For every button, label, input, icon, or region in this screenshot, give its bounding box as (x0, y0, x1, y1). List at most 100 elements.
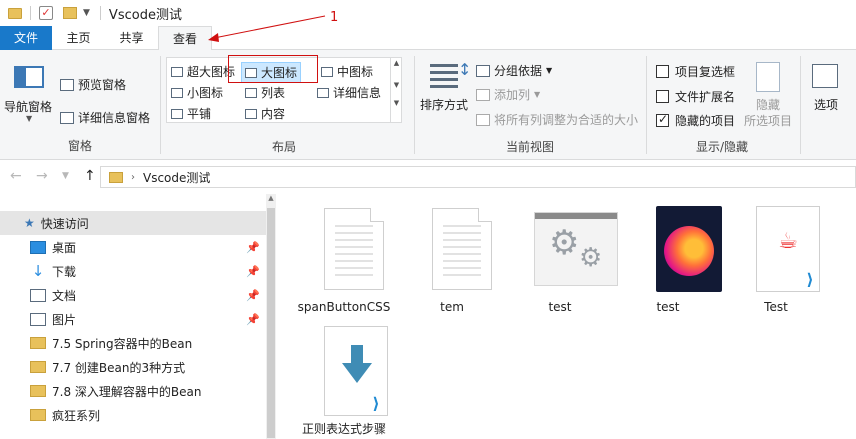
up-arrow-icon[interactable]: ↑ (84, 168, 96, 184)
more-icon[interactable]: ▼ (391, 99, 402, 107)
size-all-columns-button[interactable]: 将所有列调整为合适的大小 (476, 111, 638, 128)
sidebar-item-folder[interactable]: 7.7 创建Bean的3种方式 (0, 355, 266, 379)
hide-selected-button-line2[interactable]: 所选项目 (744, 112, 792, 129)
sidebar-item-folder[interactable]: 疯狂系列 (0, 403, 266, 427)
sidebar-item-documents[interactable]: 文档 📌 (0, 283, 266, 307)
group-label-show-hide: 显示/隐藏 (695, 140, 749, 154)
size-all-columns-label: 将所有列调整为合适的大小 (494, 113, 639, 127)
folder-icon (30, 337, 46, 349)
file-item[interactable]: ⚙ ⚙ test (510, 194, 618, 314)
file-name: spanButtonCSS (297, 300, 391, 314)
java-vscode-icon: ☕ ⟩ (756, 206, 820, 292)
hidden-items-label: 隐藏的项目 (675, 114, 736, 128)
file-name: 正则表达式步骤 (301, 422, 386, 436)
layout-details[interactable]: 详细信息 (317, 84, 381, 101)
pin-icon[interactable]: 📌 (246, 289, 260, 302)
sidebar-item-folder[interactable]: 7.8 深入理解容器中的Bean (0, 379, 266, 403)
details-label: 详细信息 (333, 86, 382, 100)
text-file-icon (324, 208, 384, 290)
sidebar-item-label: 桌面 (52, 240, 77, 255)
sort-by-button[interactable]: 排序方式 (420, 96, 468, 113)
sidebar-item-label: 图片 (52, 312, 77, 327)
back-arrow-icon[interactable]: ← (10, 168, 22, 184)
file-name: Test (764, 300, 788, 314)
file-item[interactable]: tem (402, 194, 502, 314)
scrollbar-thumb[interactable] (267, 208, 275, 438)
star-icon: ★ (24, 216, 35, 230)
group-label-layout: 布局 (271, 140, 296, 154)
chevron-down-icon: ▼ (26, 114, 33, 123)
address-bar[interactable]: › Vscode测试 (100, 166, 856, 188)
add-columns-icon (476, 88, 490, 101)
details-pane-button[interactable]: 详细信息窗格 (60, 109, 150, 126)
navigation-bar: ← → ▼ ↑ › Vscode测试 (0, 160, 856, 194)
picture-icon (30, 312, 46, 326)
forward-arrow-icon[interactable]: → (36, 168, 48, 184)
vscode-download-icon: ⟩ (324, 326, 388, 416)
list-label: 列表 (261, 86, 286, 100)
folder-icon (30, 409, 46, 421)
size-columns-icon (476, 113, 490, 126)
annotation-arrow (208, 15, 326, 42)
scroll-down-icon[interactable]: ▼ (391, 81, 402, 89)
file-item[interactable]: ☕ ⟩ Test (726, 194, 826, 314)
details-pane-label: 详细信息窗格 (78, 111, 151, 125)
hide-selected-button-line1[interactable]: 隐藏 (756, 96, 780, 113)
add-columns-label: 添加列 (494, 88, 531, 102)
sidebar-item-label: 7.7 创建Bean的3种方式 (52, 360, 186, 375)
tiles-icon (171, 108, 183, 119)
scroll-up-icon[interactable]: ▲ (266, 194, 276, 206)
folder-icon (30, 361, 46, 373)
file-name: test (548, 300, 572, 314)
folder-icon (30, 385, 46, 397)
file-extensions-toggle[interactable]: 文件扩展名 (656, 88, 735, 105)
layout-content[interactable]: 内容 (245, 105, 285, 122)
file-name: tem (440, 300, 464, 314)
sidebar-item-label: 7.5 Spring容器中的Bean (52, 336, 193, 351)
sidebar-item-label: 下载 (52, 264, 77, 279)
hide-selected-label: 隐藏 (756, 98, 781, 112)
layout-list[interactable]: 列表 (245, 84, 285, 101)
file-item[interactable]: ⟩ 正则表达式步骤 (294, 316, 394, 436)
annotation-number: 1 (330, 10, 339, 25)
layout-small-icons[interactable]: 小图标 (171, 84, 223, 101)
details-icon (317, 87, 329, 98)
breadcrumb-chevron-icon[interactable]: › (131, 172, 135, 183)
sidebar-item-label: 7.8 深入理解容器中的Bean (52, 384, 202, 399)
add-columns-button[interactable]: 添加列 ▼ (476, 86, 540, 103)
sidebar-item-folder[interactable]: 7.5 Spring容器中的Bean (0, 331, 266, 355)
file-item[interactable]: test (618, 194, 722, 314)
pin-icon[interactable]: 📌 (246, 313, 260, 326)
file-name: test (656, 300, 680, 314)
text-file-icon (432, 208, 492, 290)
small-icons-icon (171, 87, 183, 98)
hidden-items-toggle[interactable]: 隐藏的项目 (656, 112, 735, 129)
download-icon: ↓ (31, 261, 45, 280)
sidebar-item-downloads[interactable]: ↓ 下载 📌 (0, 259, 266, 283)
sidebar-item-pictures[interactable]: 图片 📌 (0, 307, 266, 331)
navigation-pane-button[interactable]: 导航窗格 (4, 98, 52, 115)
document-icon (30, 288, 46, 302)
sidebar-item-desktop[interactable]: 桌面 📌 (0, 235, 266, 259)
firefox-html-icon (656, 206, 722, 292)
sidebar-item-quick-access[interactable]: ★ 快速访问 (0, 211, 266, 235)
recent-locations-icon[interactable]: ▼ (62, 171, 69, 181)
group-label-panes: 窗格 (67, 139, 92, 153)
file-item[interactable]: spanButtonCSS (294, 194, 394, 314)
pin-icon[interactable]: 📌 (246, 241, 260, 254)
application-icon: ⚙ ⚙ (534, 212, 618, 286)
file-extensions-checkbox[interactable] (656, 90, 669, 103)
pin-icon[interactable]: 📌 (246, 265, 260, 278)
tiles-label: 平铺 (187, 107, 212, 121)
layout-tiles[interactable]: 平铺 (171, 105, 211, 122)
list-icon (245, 87, 257, 98)
group-label-current-view: 当前视图 (505, 140, 554, 154)
chevron-down-icon: ▼ (534, 90, 541, 99)
sort-by-label: 排序方式 (420, 98, 469, 112)
preview-pane-icon (60, 78, 74, 91)
folder-icon (109, 171, 123, 183)
options-button[interactable]: 选项 (814, 96, 838, 113)
breadcrumb-current[interactable]: Vscode测试 (143, 169, 210, 186)
hidden-items-checkbox[interactable] (656, 112, 669, 127)
navigation-pane-label: 导航窗格 (4, 100, 53, 114)
